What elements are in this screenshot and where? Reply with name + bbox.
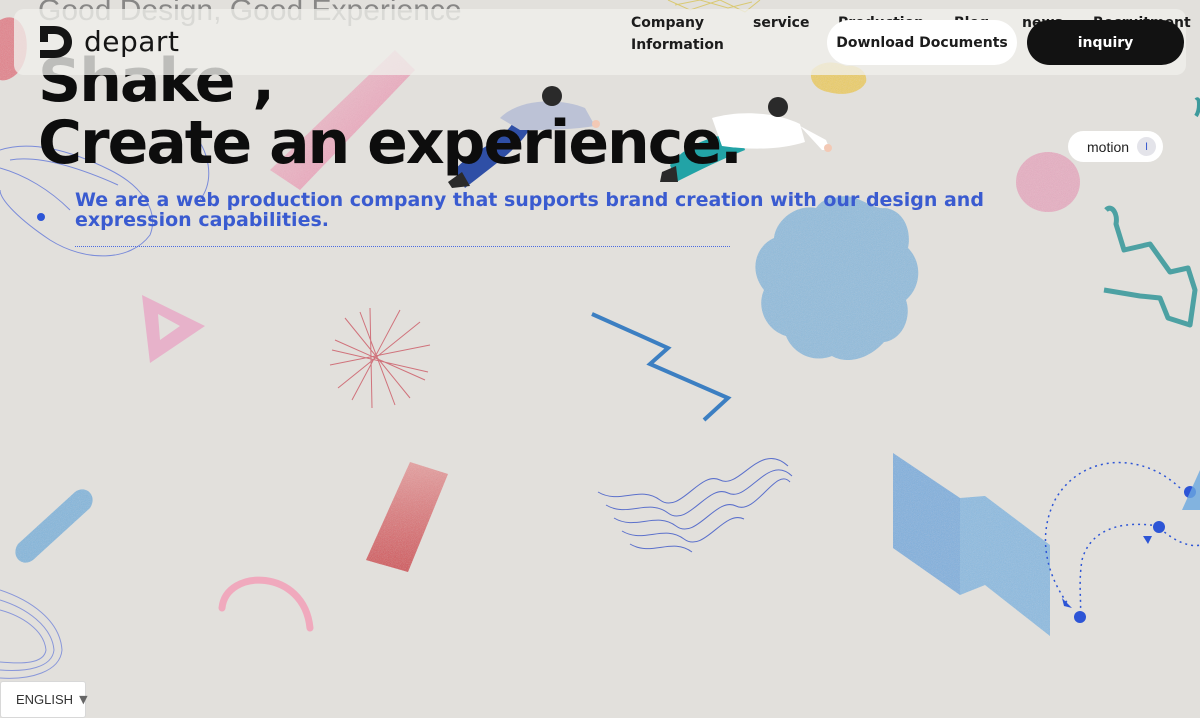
depart-logo-icon [40,26,72,58]
motion-toggle[interactable]: motion I [1068,131,1163,162]
headline-line-2: Create an experience. [38,108,743,178]
nav-label: service [753,15,810,31]
caret-down-icon: ▼ [79,693,88,706]
language-selector[interactable]: ENGLISH ▼ [0,681,88,718]
site-logo[interactable]: depart [38,24,179,60]
nav-label-line-2: Information [631,37,724,53]
nav-service[interactable]: service [753,12,809,34]
motion-toggle-knob[interactable]: I [1137,137,1156,156]
nav-company-information[interactable]: Company Information [631,12,724,56]
lead-dotted-rule [75,246,730,247]
lead-bullet-dot [37,213,45,221]
nav-label-line-1: Company [631,15,705,31]
language-selected-value: ENGLISH [16,692,74,707]
hero-lead-text: We are a web production company that sup… [75,189,984,231]
logo-wordmark: depart [84,25,180,58]
inquiry-button[interactable]: inquiry [1027,20,1184,65]
download-documents-button[interactable]: Download Documents [827,20,1017,65]
motion-toggle-label: motion [1087,138,1130,155]
